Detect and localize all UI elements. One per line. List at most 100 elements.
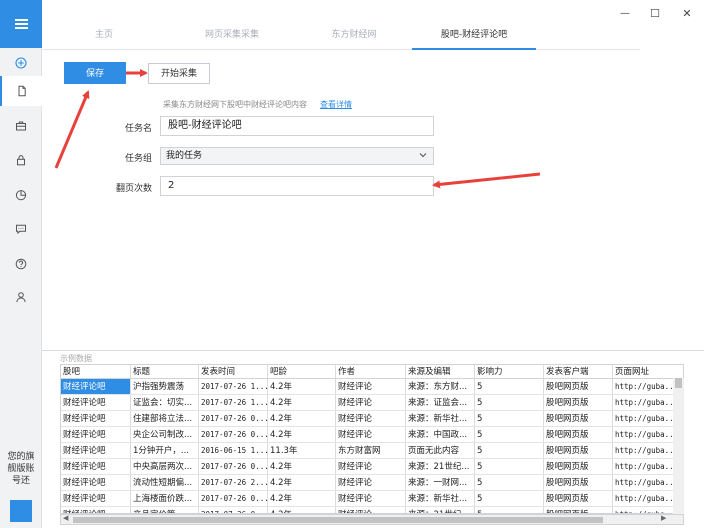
- table-row[interactable]: 财经评论吧 证监会：切实... 2017-07-26 1... 4.2年 财经评论 来源：…: [61, 395, 683, 411]
- menu-button[interactable]: [0, 0, 42, 48]
- briefcase-icon[interactable]: [0, 111, 42, 141]
- table-cell[interactable]: 2017-07-26 0...: [199, 411, 268, 426]
- table-cell[interactable]: 流动性短期偏...: [131, 475, 199, 490]
- table-cell[interactable]: 4.2年: [268, 411, 336, 426]
- table-cell[interactable]: 2017-07-26 0...: [199, 427, 268, 442]
- table-row[interactable]: 财经评论吧 住建部将立法... 2017-07-26 0... 4.2年 财经评论 来源：…: [61, 411, 683, 427]
- table-cell[interactable]: 中央高层两次...: [131, 459, 199, 474]
- table-cell[interactable]: 沪指强势震荡: [131, 379, 199, 394]
- table-cell[interactable]: 页面无此内容: [406, 443, 475, 458]
- table-cell[interactable]: 财经评论: [336, 491, 406, 506]
- table-cell[interactable]: 5: [475, 475, 544, 490]
- document-icon[interactable]: [0, 76, 42, 106]
- table-cell[interactable]: 东方财富网: [336, 443, 406, 458]
- table-cell[interactable]: 股吧网页版: [544, 379, 613, 394]
- table-cell[interactable]: 来源：中国政...: [406, 427, 475, 442]
- table-cell[interactable]: 产品定价策...: [131, 507, 199, 513]
- table-cell[interactable]: 2017-07-26 1...: [199, 379, 268, 394]
- table-cell[interactable]: 5: [475, 443, 544, 458]
- table-cell[interactable]: 5: [475, 507, 544, 513]
- table-cell[interactable]: 来源：一财网...: [406, 475, 475, 490]
- lock-icon[interactable]: [0, 145, 42, 175]
- table-cell[interactable]: 2017-07-26 0...: [199, 507, 268, 513]
- table-cell[interactable]: 4.2年: [268, 491, 336, 506]
- save-button[interactable]: 保存: [64, 62, 126, 84]
- tab-home[interactable]: 主页: [72, 24, 136, 50]
- table-cell[interactable]: 证监会：切实...: [131, 395, 199, 410]
- table-cell[interactable]: 来源：东方财...: [406, 379, 475, 394]
- table-cell[interactable]: 股吧网页版: [544, 411, 613, 426]
- table-cell[interactable]: 财经评论吧: [61, 475, 131, 490]
- table-cell[interactable]: 财经评论吧: [61, 443, 131, 458]
- table-cell[interactable]: 财经评论: [336, 379, 406, 394]
- table-row[interactable]: 财经评论吧 上海楼面价跌... 2017-07-26 0... 4.2年 财经评论 来源：…: [61, 491, 683, 507]
- column-header[interactable]: 影响力: [475, 365, 544, 378]
- task-name-input[interactable]: 股吧-财经评论吧: [160, 116, 434, 136]
- table-cell[interactable]: 上海楼面价跌...: [131, 491, 199, 506]
- table-cell[interactable]: 5: [475, 379, 544, 394]
- pie-chart-icon[interactable]: [0, 180, 42, 210]
- table-row[interactable]: 财经评论吧 中央高层两次... 2017-07-26 0... 4.2年 财经评论 来源：…: [61, 459, 683, 475]
- table-cell[interactable]: 财经评论: [336, 427, 406, 442]
- table-cell[interactable]: 财经评论吧: [61, 427, 131, 442]
- table-cell[interactable]: 财经评论: [336, 395, 406, 410]
- table-row[interactable]: 财经评论吧 沪指强势震荡 2017-07-26 1... 4.2年 财经评论 来源：东方财…: [61, 379, 683, 395]
- table-cell[interactable]: 5: [475, 459, 544, 474]
- tab-web-collect[interactable]: 网页采集采集: [187, 24, 277, 50]
- column-header[interactable]: 发表客户端: [544, 365, 613, 378]
- table-cell[interactable]: 股吧网页版: [544, 475, 613, 490]
- table-cell[interactable]: 5: [475, 427, 544, 442]
- column-header[interactable]: 发表时间: [199, 365, 268, 378]
- table-row[interactable]: 财经评论吧 央企公司制改... 2017-07-26 0... 4.2年 财经评论 来源：…: [61, 427, 683, 443]
- table-cell[interactable]: 2017-07-26 1...: [199, 395, 268, 410]
- table-cell[interactable]: 财经评论吧: [61, 411, 131, 426]
- table-cell[interactable]: 股吧网页版: [544, 491, 613, 506]
- table-cell[interactable]: 股吧网页版: [544, 507, 613, 513]
- column-header[interactable]: 来源及编辑: [406, 365, 475, 378]
- chat-icon[interactable]: [0, 214, 42, 244]
- user-icon[interactable]: [0, 282, 42, 312]
- table-cell[interactable]: 4.2年: [268, 427, 336, 442]
- table-cell[interactable]: 股吧网页版: [544, 427, 613, 442]
- table-cell[interactable]: 财经评论: [336, 459, 406, 474]
- sample-data-grid[interactable]: 股吧 标题 发表时间 吧龄 作者 来源及编辑 影响力 发表客户端 页面网址 财经…: [60, 364, 684, 514]
- table-cell[interactable]: 股吧网页版: [544, 395, 613, 410]
- scroll-right-icon[interactable]: ▶: [661, 514, 666, 522]
- table-cell[interactable]: 住建部将立法...: [131, 411, 199, 426]
- table-cell[interactable]: 来源：21世纪...: [406, 507, 475, 513]
- table-cell[interactable]: 股吧网页版: [544, 459, 613, 474]
- table-cell[interactable]: 财经评论: [336, 475, 406, 490]
- table-cell[interactable]: 财经评论吧: [61, 395, 131, 410]
- table-cell[interactable]: 2017-07-26 0...: [199, 459, 268, 474]
- column-header[interactable]: 吧龄: [268, 365, 336, 378]
- sidebar-bottom-button[interactable]: [10, 500, 32, 522]
- table-cell[interactable]: 4.2年: [268, 507, 336, 513]
- table-cell[interactable]: 5: [475, 411, 544, 426]
- table-cell[interactable]: 4.2年: [268, 475, 336, 490]
- column-header[interactable]: 作者: [336, 365, 406, 378]
- table-cell[interactable]: 来源：证监会...: [406, 395, 475, 410]
- tab-guba-review[interactable]: 股吧-财经评论吧: [412, 24, 536, 50]
- table-cell[interactable]: 5: [475, 491, 544, 506]
- table-cell[interactable]: 2017-07-26 2...: [199, 475, 268, 490]
- help-icon[interactable]: [0, 249, 42, 279]
- maximize-button[interactable]: ☐: [648, 6, 662, 20]
- vertical-scroll-thumb[interactable]: [675, 378, 682, 388]
- table-cell[interactable]: 来源：新华社...: [406, 411, 475, 426]
- table-cell[interactable]: 4.2年: [268, 395, 336, 410]
- table-row[interactable]: 财经评论吧 流动性短期偏... 2017-07-26 2... 4.2年 财经评论 来源：…: [61, 475, 683, 491]
- table-cell[interactable]: 2017-07-26 0...: [199, 491, 268, 506]
- table-cell[interactable]: 央企公司制改...: [131, 427, 199, 442]
- table-cell[interactable]: 财经评论吧: [61, 507, 131, 513]
- horizontal-scroll-thumb[interactable]: [73, 517, 603, 523]
- table-cell[interactable]: 财经评论吧: [61, 491, 131, 506]
- table-cell[interactable]: 4.2年: [268, 459, 336, 474]
- scroll-left-icon[interactable]: ◀: [63, 514, 68, 522]
- view-details-link[interactable]: 查看详情: [320, 99, 352, 110]
- column-header[interactable]: 页面网址: [613, 365, 683, 378]
- table-row[interactable]: 财经评论吧产品定价策... 2017-07-26 0...4.2年财经评论来源：…: [61, 507, 683, 513]
- minimize-button[interactable]: —: [618, 6, 632, 20]
- column-header[interactable]: 标题: [131, 365, 199, 378]
- close-button[interactable]: ✕: [680, 6, 694, 20]
- table-cell[interactable]: 1分钟开户，...: [131, 443, 199, 458]
